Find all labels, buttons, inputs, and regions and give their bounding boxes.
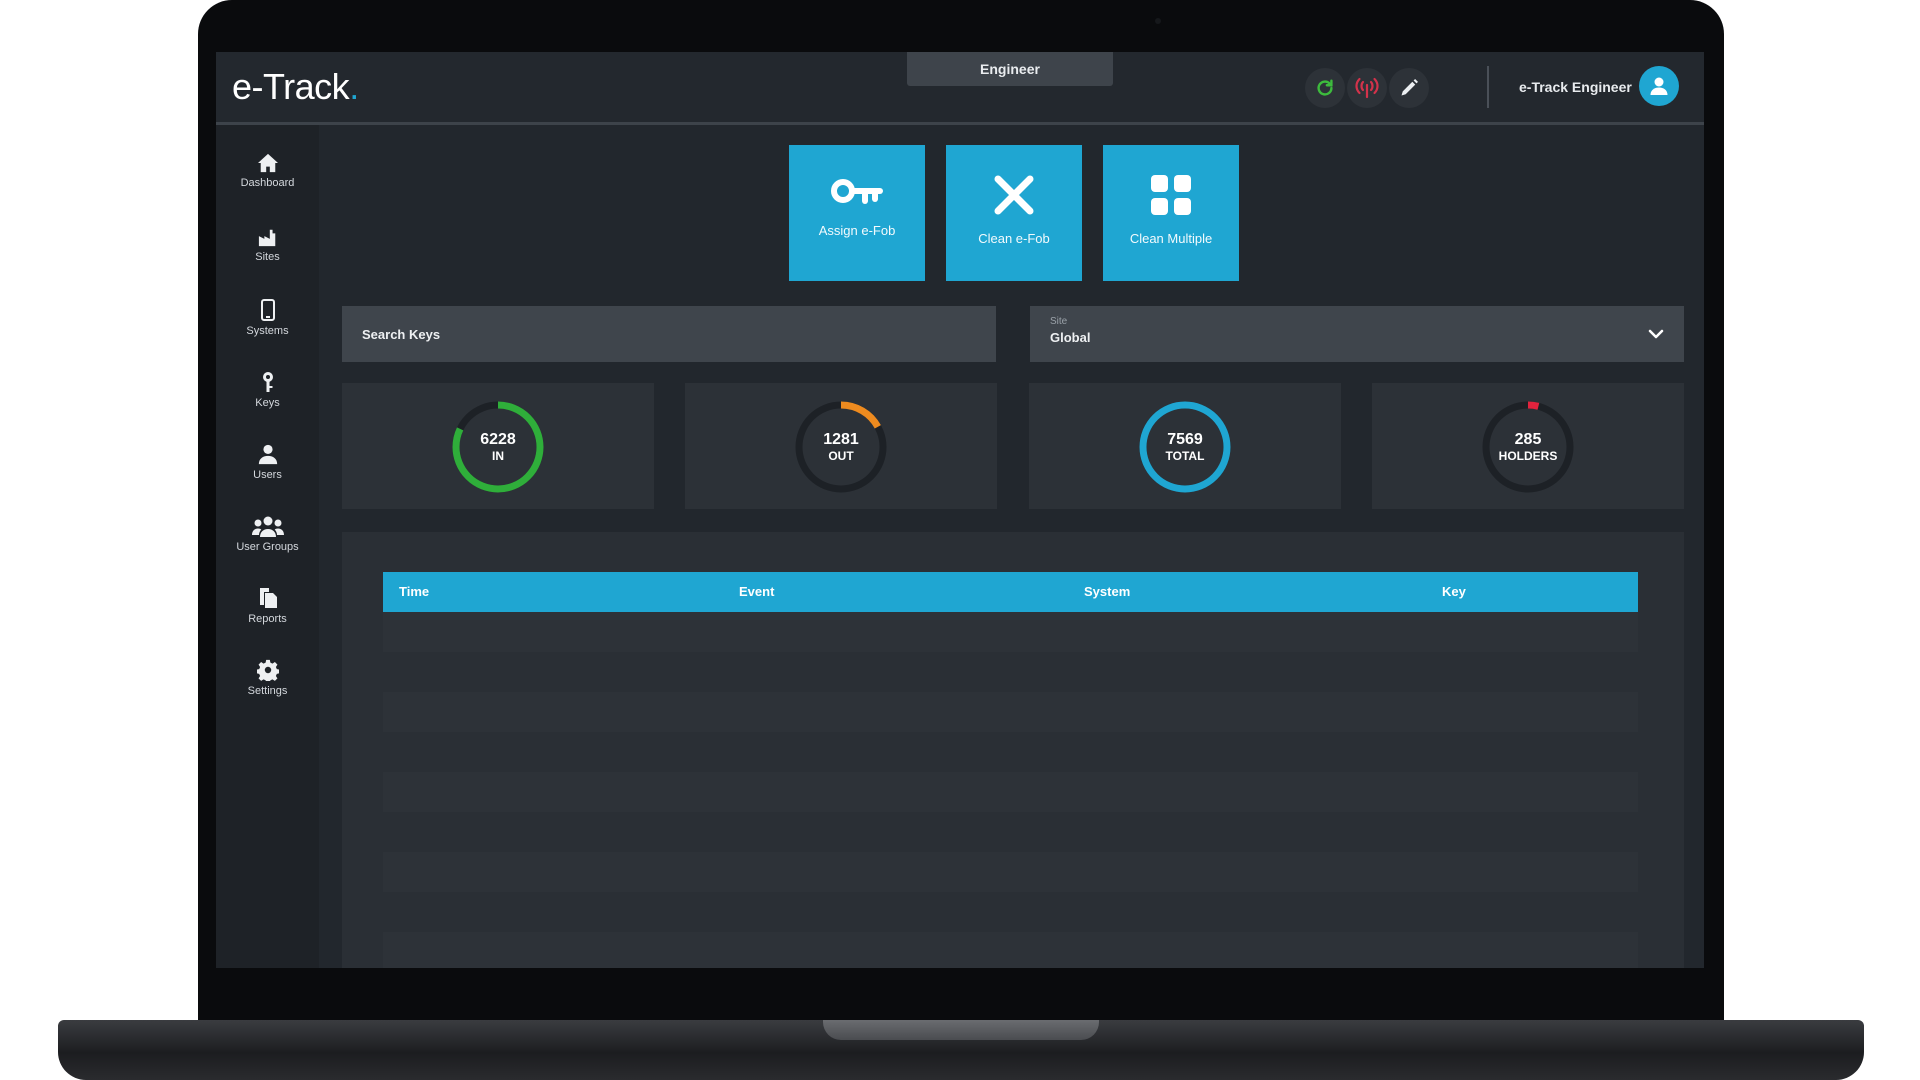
sidebar-item-systems[interactable]: Systems	[216, 299, 319, 359]
column-header-system[interactable]: System	[1084, 584, 1130, 599]
stat-card-holders[interactable]: 285 HOLDERS	[1372, 383, 1684, 509]
site-select-value: Global	[1050, 330, 1091, 345]
table-row	[383, 772, 1638, 812]
chevron-down-icon	[1648, 329, 1664, 339]
stat-value: 285	[1514, 431, 1542, 448]
avatar[interactable]	[1639, 66, 1679, 106]
key-icon	[831, 179, 883, 204]
stat-card-out[interactable]: 1281 OUT	[685, 383, 997, 509]
user-icon	[258, 444, 277, 465]
table-row	[383, 932, 1638, 968]
x-icon	[994, 175, 1034, 215]
column-header-time[interactable]: Time	[399, 584, 429, 599]
stat-card-in[interactable]: 6228 IN	[342, 383, 654, 509]
search-placeholder: Search Keys	[362, 326, 441, 342]
gear-icon	[256, 659, 279, 681]
laptop-notch	[823, 1020, 1099, 1040]
reports-icon	[259, 588, 277, 608]
sidebar-item-keys[interactable]: Keys	[216, 371, 319, 431]
app-screen: e-Track. Engineer e-Track Engineer Dashb…	[216, 52, 1704, 968]
stat-label: OUT	[828, 449, 854, 463]
sidebar-item-label: Settings	[247, 685, 288, 697]
grid-icon	[1151, 175, 1191, 215]
home-icon	[257, 153, 278, 173]
stat-value: 6228	[480, 431, 516, 448]
stat-label: TOTAL	[1165, 449, 1205, 463]
refresh-icon	[1317, 79, 1333, 96]
action-label: Assign e-Fob	[818, 223, 896, 238]
sidebar-item-label: Keys	[255, 397, 280, 409]
sidebar-item-label: Systems	[246, 325, 289, 337]
group-icon	[251, 516, 284, 537]
sidebar-item-label: Dashboard	[240, 177, 295, 189]
edit-icon	[1401, 79, 1418, 96]
sidebar-item-users[interactable]: Users	[216, 443, 319, 503]
stat-value: 7569	[1167, 431, 1203, 448]
sidebar-item-reports[interactable]: Reports	[216, 587, 319, 647]
events-table-panel: Time Event System Key	[342, 532, 1684, 968]
site-select-label: Site	[1050, 316, 1068, 327]
sidebar-item-sites[interactable]: Sites	[216, 227, 319, 287]
app-logo[interactable]: e-Track.	[232, 66, 359, 108]
clean-multiple-button[interactable]: Clean Multiple	[1103, 145, 1239, 281]
sidebar-item-settings[interactable]: Settings	[216, 659, 319, 719]
sidebar-item-label: Users	[253, 469, 282, 481]
signal-icon	[1355, 77, 1379, 99]
camera	[1155, 18, 1161, 24]
action-label: Clean e-Fob	[978, 231, 1050, 246]
toolbar-divider	[1487, 66, 1489, 108]
table-row	[383, 852, 1638, 892]
sidebar-item-dashboard[interactable]: Dashboard	[216, 153, 319, 213]
sidebar: Dashboard Sites Systems Keys Users User …	[216, 125, 319, 968]
user-name[interactable]: e-Track Engineer	[1519, 79, 1632, 95]
role-badge[interactable]: Engineer	[907, 52, 1113, 86]
sidebar-item-label: Reports	[248, 613, 287, 625]
stat-card-total[interactable]: 7569 TOTAL	[1029, 383, 1341, 509]
signal-button[interactable]	[1347, 68, 1387, 108]
table-header: Time Event System Key	[383, 572, 1638, 612]
sidebar-item-label: User Groups	[236, 541, 299, 553]
table-row	[383, 692, 1638, 732]
table-row	[383, 892, 1638, 932]
table-row	[383, 652, 1638, 692]
clean-efob-button[interactable]: Clean e-Fob	[946, 145, 1082, 281]
sidebar-item-user-groups[interactable]: User Groups	[216, 515, 319, 575]
stat-label: IN	[492, 449, 504, 463]
action-label: Clean Multiple	[1129, 231, 1213, 246]
column-header-key[interactable]: Key	[1442, 584, 1466, 599]
assign-efob-button[interactable]: Assign e-Fob	[789, 145, 925, 281]
table-row	[383, 612, 1638, 652]
edit-button[interactable]	[1389, 68, 1429, 108]
table-row	[383, 812, 1638, 852]
table-row	[383, 732, 1638, 772]
column-header-event[interactable]: Event	[739, 584, 774, 599]
site-select[interactable]: Site Global	[1030, 306, 1684, 362]
device-icon	[260, 299, 275, 321]
stat-label: HOLDERS	[1498, 449, 1558, 463]
refresh-button[interactable]	[1305, 68, 1345, 108]
search-input[interactable]: Search Keys	[342, 306, 996, 362]
factory-icon	[258, 229, 275, 247]
user-icon	[1650, 77, 1668, 95]
stat-value: 1281	[823, 431, 859, 448]
sidebar-item-label: Sites	[255, 251, 280, 263]
top-bar: e-Track. Engineer e-Track Engineer	[216, 52, 1704, 125]
key-icon	[262, 372, 273, 392]
